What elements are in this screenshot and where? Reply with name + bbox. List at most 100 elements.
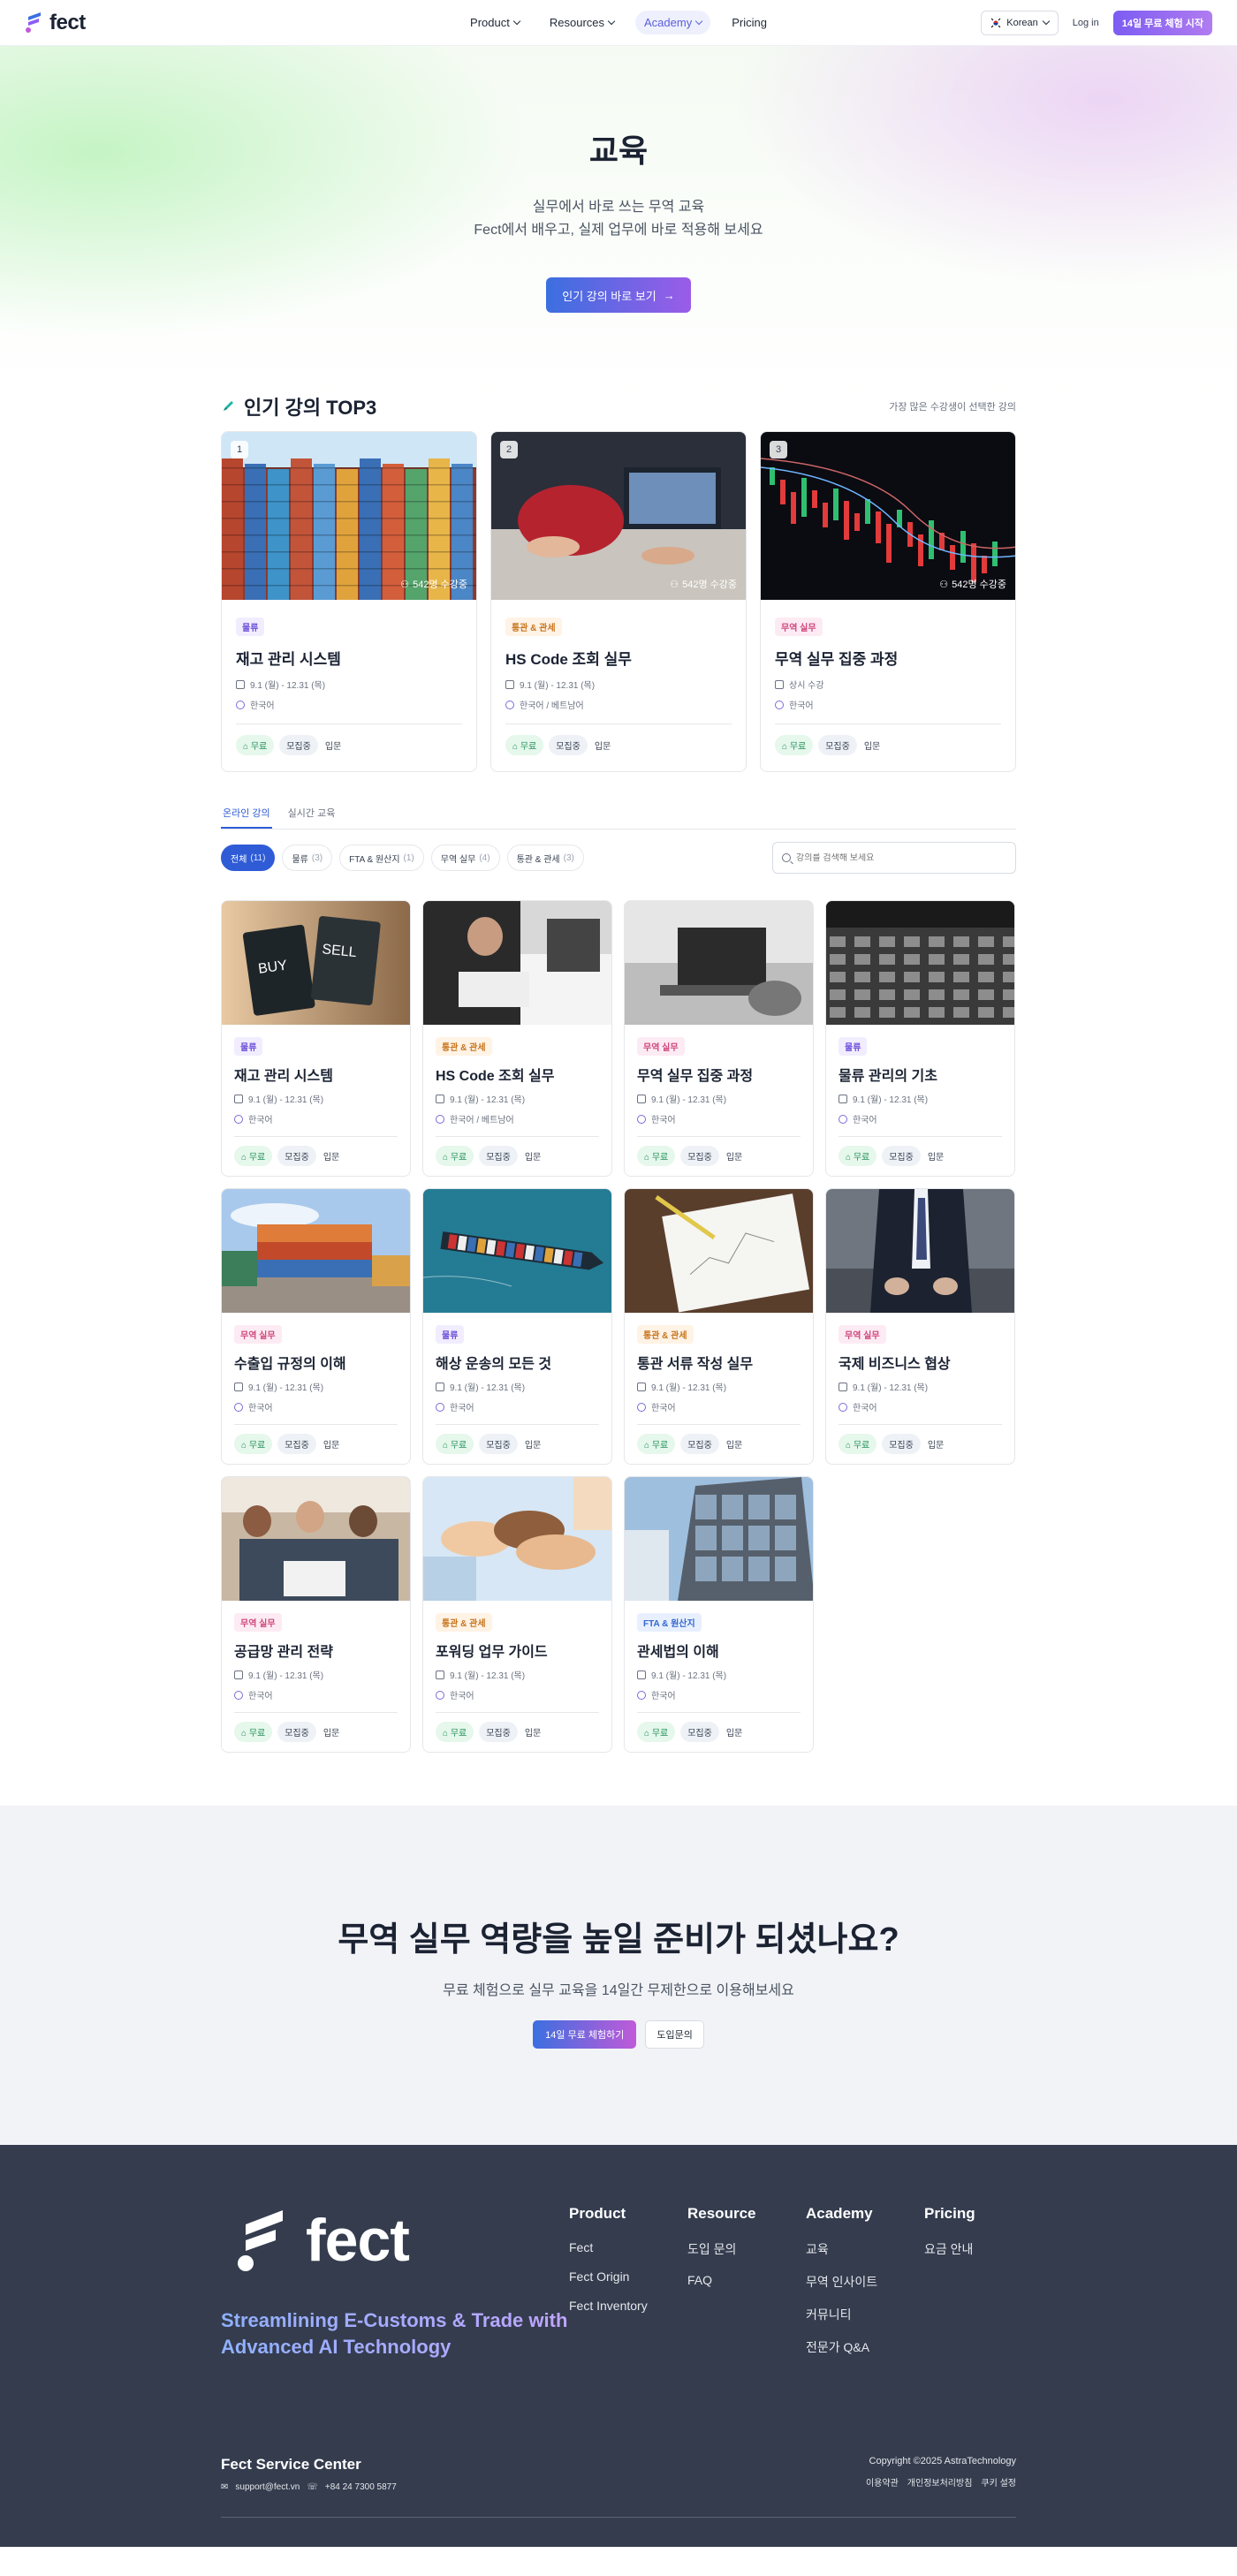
cookie-settings-link[interactable]: 쿠키 설정	[981, 2475, 1016, 2489]
globe-icon	[436, 1402, 444, 1412]
footer-link[interactable]: 전문가 Q&A	[806, 2338, 924, 2356]
filter-pill[interactable]: 물류 (3)	[282, 845, 333, 871]
filter-pill[interactable]: 전체 (11)	[221, 845, 276, 871]
course-card[interactable]: 물류 물류 관리의 기초 9.1 (월) - 12.31 (목) 한국어 ⌂ 무료 모집중…	[825, 900, 1015, 1177]
course-tags: ⌂ 무료 모집중 입문	[234, 1722, 398, 1742]
course-title: 국제 비즈니스 협상	[839, 1357, 951, 1372]
footer-tagline: Streamlining E-Customs & Trade with Adva…	[221, 2307, 592, 2360]
course-tags: ⌂ 무료 모집중 입문	[505, 735, 732, 755]
free-trial-button[interactable]: 14일 무료 체험하기	[533, 2020, 637, 2049]
calendar-icon	[234, 1382, 243, 1391]
tag-label: 무료	[248, 1153, 266, 1163]
recruiting-tag: 모집중	[882, 1434, 921, 1454]
category-filters: 전체 (11) 물류 (3) FTA & 원산지 (1) 무역 실무 (4) 통관 & 관세 (3…	[221, 845, 584, 871]
filter-count: (4)	[479, 852, 490, 863]
calendar-icon	[775, 679, 784, 689]
footer-link[interactable]: 도입 문의	[687, 2240, 806, 2258]
course-date: 9.1 (월) - 12.31 (목)	[234, 1092, 398, 1105]
top3-header: 인기 강의 TOP3 가장 많은 수강생이 선택한 강의	[221, 392, 1016, 420]
tab-live-courses[interactable]: 실시간 교육	[286, 806, 338, 829]
course-card[interactable]: 무역 실무 국제 비즈니스 협상 9.1 (월) - 12.31 (목) 한국어 ⌂ 무…	[825, 1188, 1015, 1465]
nav-item-label: Product	[470, 16, 510, 29]
tab-online-courses[interactable]: 온라인 강의	[221, 806, 272, 829]
course-language: 한국어	[234, 1688, 398, 1701]
card-divider	[436, 1424, 599, 1425]
course-thumbnail[interactable]: 1 ⚇ 542명 수강중	[222, 432, 476, 600]
course-date-text: 9.1 (월) - 12.31 (목)	[248, 1671, 324, 1681]
course-card[interactable]: 무역 실무 공급망 관리 전략 9.1 (월) - 12.31 (목) 한국어 ⌂ 무료…	[221, 1476, 411, 1753]
course-card[interactable]: 물류 해상 운송의 모든 것 9.1 (월) - 12.31 (목) 한국어 ⌂ 무료 모…	[422, 1188, 612, 1465]
course-card[interactable]: 통관 & 관세 HS Code 조회 실무 9.1 (월) - 12.31 (목) 한…	[422, 900, 612, 1177]
brand-logo[interactable]: fect	[25, 11, 86, 35]
course-card[interactable]: 무역 실무 수출입 규정의 이해 9.1 (월) - 12.31 (목) 한국어 ⌂ 무…	[221, 1188, 411, 1465]
course-thumbnail[interactable]	[222, 1189, 410, 1313]
footer-link[interactable]: 교육	[806, 2240, 924, 2258]
top-course-card[interactable]: 2 ⚇ 542명 수강중 통관 & 관세 HS Code 조회 실무 9.1 (월) - …	[490, 431, 747, 772]
course-thumbnail[interactable]	[625, 1477, 813, 1601]
filter-label: 통관 & 관세	[516, 854, 560, 865]
footer-link[interactable]: 커뮤니티	[806, 2306, 924, 2323]
course-card[interactable]: BUY SELL 물류 재고 관리 시스템 9.1 (월) - 12.31 (목) 한국어…	[221, 900, 411, 1177]
nav-item-pricing[interactable]: Pricing	[723, 11, 776, 34]
viewer-count-text: 542명 수강중	[952, 580, 1006, 590]
course-date: 9.1 (월) - 12.31 (목)	[637, 1380, 801, 1393]
language-selector[interactable]: Korean	[981, 10, 1059, 35]
course-card-body: 무역 실무 무역 실무 집중 과정 상시 수강 한국어 ⌂ 무료 모집중 입문	[761, 600, 1015, 771]
category-badge: 통관 & 관세	[637, 1325, 694, 1344]
cta-section: 무역 실무 역량을 높일 준비가 되셨나요? 무료 체험으로 실무 교육을 14…	[0, 1806, 1237, 2145]
course-thumbnail[interactable]	[423, 901, 611, 1025]
nav-item-product[interactable]: Product	[461, 11, 528, 34]
course-date-text: 9.1 (월) - 12.31 (목)	[651, 1095, 727, 1105]
course-thumbnail[interactable]: BUY SELL	[222, 901, 410, 1025]
course-date: 상시 수강	[775, 678, 1001, 691]
calendar-icon	[637, 1670, 646, 1679]
search-input[interactable]	[796, 852, 990, 863]
card-divider	[234, 1424, 398, 1425]
footer-link[interactable]: Fect	[569, 2240, 687, 2254]
course-thumbnail[interactable]: 2 ⚇ 542명 수강중	[491, 432, 746, 600]
course-thumbnail[interactable]	[423, 1477, 611, 1601]
support-email-link[interactable]: support@fect.vn	[235, 2482, 300, 2492]
course-thumbnail[interactable]	[423, 1189, 611, 1313]
course-language: 한국어	[436, 1400, 599, 1413]
filter-count: (1)	[403, 852, 414, 863]
top-course-card[interactable]: 3 ⚇ 542명 수강중 무역 실무 무역 실무 집중 과정 상시 수강 한국어 ⌂ 무료 모집…	[760, 431, 1016, 772]
course-card[interactable]: 통관 & 관세 포워딩 업무 가이드 9.1 (월) - 12.31 (목) 한국어 ⌂…	[422, 1476, 612, 1753]
nav-item-resources[interactable]: Resources	[541, 11, 623, 34]
course-thumbnail[interactable]	[826, 901, 1014, 1025]
login-link[interactable]: Log in	[1073, 18, 1099, 28]
filter-pill[interactable]: 통관 & 관세 (3)	[506, 845, 584, 871]
course-thumbnail[interactable]	[625, 1189, 813, 1313]
view-popular-courses-button[interactable]: 인기 강의 바로 보기 →	[546, 277, 691, 313]
course-language-text: 한국어	[450, 1404, 474, 1413]
course-card[interactable]: FTA & 원산지 관세법의 이해 9.1 (월) - 12.31 (목) 한국어 ⌂ …	[624, 1476, 814, 1753]
course-thumbnail[interactable]	[625, 901, 813, 1025]
inquiry-button[interactable]: 도입문의	[645, 2020, 704, 2049]
footer-link[interactable]: 요금 안내	[924, 2240, 1043, 2258]
course-thumbnail[interactable]: 3 ⚇ 542명 수강중	[761, 432, 1015, 600]
free-icon: ⌂	[846, 1153, 854, 1163]
nav-item-academy[interactable]: Academy	[635, 11, 711, 34]
recruiting-tag: 모집중	[479, 1722, 518, 1742]
privacy-link[interactable]: 개인정보처리방침	[907, 2475, 973, 2489]
footer-link[interactable]: FAQ	[687, 2273, 806, 2287]
card-divider	[637, 1424, 801, 1425]
course-thumbnail[interactable]	[222, 1477, 410, 1601]
terms-link[interactable]: 이용약관	[866, 2475, 899, 2489]
filter-pill[interactable]: 무역 실무 (4)	[430, 845, 500, 871]
footer-link[interactable]: Fect Inventory	[569, 2299, 687, 2313]
course-search[interactable]	[772, 842, 1016, 874]
top-course-card[interactable]: 1 ⚇ 542명 수강중 물류 재고 관리 시스템 9.1 (월) - 12.31 (목)…	[221, 431, 477, 772]
free-tag: ⌂ 무료	[637, 1722, 676, 1742]
filter-pill[interactable]: FTA & 원산지 (1)	[339, 845, 424, 871]
tag-label: 무료	[250, 742, 268, 752]
course-language: 한국어	[637, 1112, 801, 1125]
course-card[interactable]: 무역 실무 무역 실무 집중 과정 9.1 (월) - 12.31 (목) 한국어 ⌂ …	[624, 900, 814, 1177]
tag-label: 무료	[450, 1441, 467, 1451]
course-card[interactable]: 통관 & 관세 통관 서류 작성 실무 9.1 (월) - 12.31 (목) 한국어…	[624, 1188, 814, 1465]
footer-link[interactable]: Fect Origin	[569, 2269, 687, 2284]
start-trial-button[interactable]: 14일 무료 체험 시작	[1112, 10, 1212, 35]
footer-link[interactable]: 무역 인사이트	[806, 2273, 924, 2291]
course-thumbnail[interactable]	[826, 1189, 1014, 1313]
viewer-count: ⚇ 542명 수강중	[670, 577, 737, 591]
